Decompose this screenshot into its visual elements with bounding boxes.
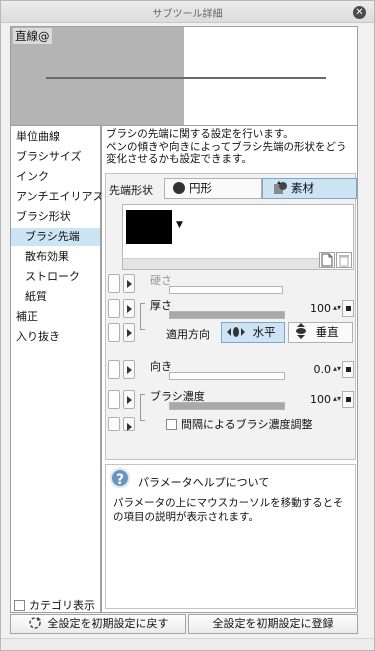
material-icon	[273, 181, 288, 195]
thickness-expand-icon[interactable]	[123, 299, 135, 318]
brush-preview: 直線@	[10, 26, 358, 126]
reset-icon	[28, 616, 42, 636]
tip-shape-material-label: 素材	[291, 181, 314, 195]
material-swatch[interactable]	[126, 210, 172, 244]
direction-expand-icon[interactable]	[123, 360, 135, 379]
apply-direction-row: 適用方向 水平 垂直	[106, 321, 355, 344]
hardness-slider	[169, 286, 283, 294]
help-title: パラメータヘルプについて	[138, 476, 270, 489]
close-icon[interactable]: ✕	[353, 6, 366, 19]
apply-direction-vertical-label: 垂直	[315, 325, 339, 339]
tip-shape-circle-button[interactable]: 円形	[164, 178, 262, 199]
density-row: ブラシ濃度 100 ▴▾	[106, 388, 355, 421]
tip-shape-row: 先端形状 円形 素材	[108, 177, 357, 199]
horizontal-icon	[227, 325, 249, 339]
parameter-help: ? パラメータヘルプについて パラメータの上にマウスカーソルを移動するとその項目…	[105, 464, 356, 609]
interval-adjust-row: 間隔によるブラシ濃度調整	[106, 415, 355, 433]
delete-material-icon[interactable]	[336, 252, 352, 268]
category-display-label: カテゴリ表示	[29, 599, 95, 612]
category-display-checkbox[interactable]	[14, 600, 25, 611]
parameter-panel: 先端形状 円形 素材 ▼ 硬さ 厚さ 100 ▴▾ 適用方向 水平 垂直 向き …	[105, 173, 357, 460]
help-body: パラメータの上にマウスカーソルを移動するとその項目の説明が表示されます。	[113, 497, 344, 523]
category-item[interactable]: 散布効果	[11, 248, 100, 266]
direction-spin-icon[interactable]: ▴▾	[333, 364, 341, 373]
thickness-lock[interactable]	[108, 299, 120, 318]
reset-to-default-button[interactable]: 全設定を初期設定に戻す	[10, 614, 186, 634]
category-item[interactable]: 紙質	[11, 288, 100, 306]
apply-direction-horizontal-label: 水平	[252, 325, 276, 339]
window-title: サブツール詳細	[152, 9, 223, 20]
apply-direction-horizontal-button[interactable]: 水平	[221, 322, 285, 343]
hardness-row: 硬さ	[106, 272, 355, 295]
direction-settings-button[interactable]	[342, 361, 354, 378]
preview-label: 直線@	[13, 28, 52, 44]
density-lock[interactable]	[108, 390, 120, 409]
hardness-lock[interactable]	[108, 274, 120, 293]
direction-slider[interactable]	[169, 372, 285, 380]
direction-value[interactable]: 0.0	[301, 363, 332, 376]
category-item[interactable]: ブラシ形状	[11, 208, 100, 226]
thickness-settings-button[interactable]	[342, 300, 354, 317]
interval-adjust-lock[interactable]	[108, 417, 120, 431]
thickness-value[interactable]: 100	[301, 302, 331, 315]
tip-shape-label: 先端形状	[109, 184, 153, 197]
reset-to-default-label: 全設定を初期設定に戻す	[47, 617, 169, 630]
direction-lock[interactable]	[108, 360, 120, 379]
thickness-slider[interactable]	[169, 311, 285, 319]
interval-adjust-expand-icon[interactable]	[123, 417, 135, 431]
category-item[interactable]: アンチエイリアス	[11, 188, 104, 206]
help-question-icon: ?	[110, 468, 130, 488]
apply-direction-lock[interactable]	[108, 323, 120, 342]
register-as-default-label: 全設定を初期設定に登録	[212, 617, 334, 630]
category-item[interactable]: 単位曲線	[11, 128, 100, 146]
category-item[interactable]: ストローク	[11, 268, 100, 286]
settings-content: ブラシの先端に関する設定を行います。 ペンの傾きや向きによってブラシ先端の形状を…	[101, 126, 358, 613]
density-slider-fill	[170, 403, 284, 409]
tip-shape-material-button[interactable]: 素材	[262, 178, 357, 199]
interval-adjust-label: 間隔によるブラシ濃度調整	[181, 418, 313, 431]
add-material-icon[interactable]	[319, 252, 335, 268]
category-display-toggle[interactable]: カテゴリ表示	[14, 597, 95, 612]
category-item[interactable]: ブラシサイズ	[11, 148, 100, 166]
category-description: ブラシの先端に関する設定を行います。 ペンの傾きや向きによってブラシ先端の形状を…	[106, 128, 347, 165]
density-slider[interactable]	[169, 402, 285, 410]
category-item[interactable]: インク	[11, 168, 100, 186]
sub-tool-detail-window: サブツール詳細 ✕ 直線@ 単位曲線 ブラシサイズ インク アンチエイリアス ブ…	[0, 0, 375, 651]
preview-stroke	[46, 77, 326, 79]
apply-direction-expand-icon[interactable]	[123, 323, 135, 342]
thickness-spin-icon[interactable]: ▴▾	[333, 303, 341, 312]
thickness-slider-fill	[170, 312, 284, 318]
register-as-default-button[interactable]: 全設定を初期設定に登録	[188, 614, 358, 634]
tip-shape-circle-label: 円形	[189, 181, 212, 195]
interval-adjust-checkbox[interactable]	[166, 419, 177, 430]
density-spin-icon[interactable]: ▴▾	[333, 394, 341, 403]
apply-direction-label: 適用方向	[166, 328, 210, 341]
vertical-icon	[294, 323, 312, 339]
category-item-selected[interactable]: ブラシ先端	[11, 228, 100, 246]
category-list: 単位曲線 ブラシサイズ インク アンチエイリアス ブラシ形状 ブラシ先端 散布効…	[10, 126, 104, 613]
hardness-expand-icon[interactable]	[123, 274, 135, 293]
density-expand-icon[interactable]	[123, 390, 135, 409]
material-list[interactable]: ▼	[122, 204, 354, 270]
density-value[interactable]: 100	[301, 393, 331, 406]
material-scrollbar[interactable]	[123, 258, 319, 269]
direction-row: 向き 0.0 ▴▾	[106, 358, 355, 381]
thickness-row: 厚さ 100 ▴▾	[106, 297, 355, 330]
material-dropdown-icon[interactable]: ▼	[176, 220, 183, 230]
category-item[interactable]: 入り抜き	[11, 328, 100, 346]
category-item[interactable]: 補正	[11, 308, 100, 326]
apply-direction-vertical-button[interactable]: 垂直	[288, 322, 353, 343]
interval-adjust-toggle[interactable]: 間隔によるブラシ濃度調整	[166, 416, 312, 432]
circle-icon	[173, 182, 185, 194]
title-bar[interactable]: サブツール詳細 ✕	[1, 1, 374, 23]
density-settings-button[interactable]	[342, 391, 354, 408]
status-bar	[1, 638, 374, 650]
